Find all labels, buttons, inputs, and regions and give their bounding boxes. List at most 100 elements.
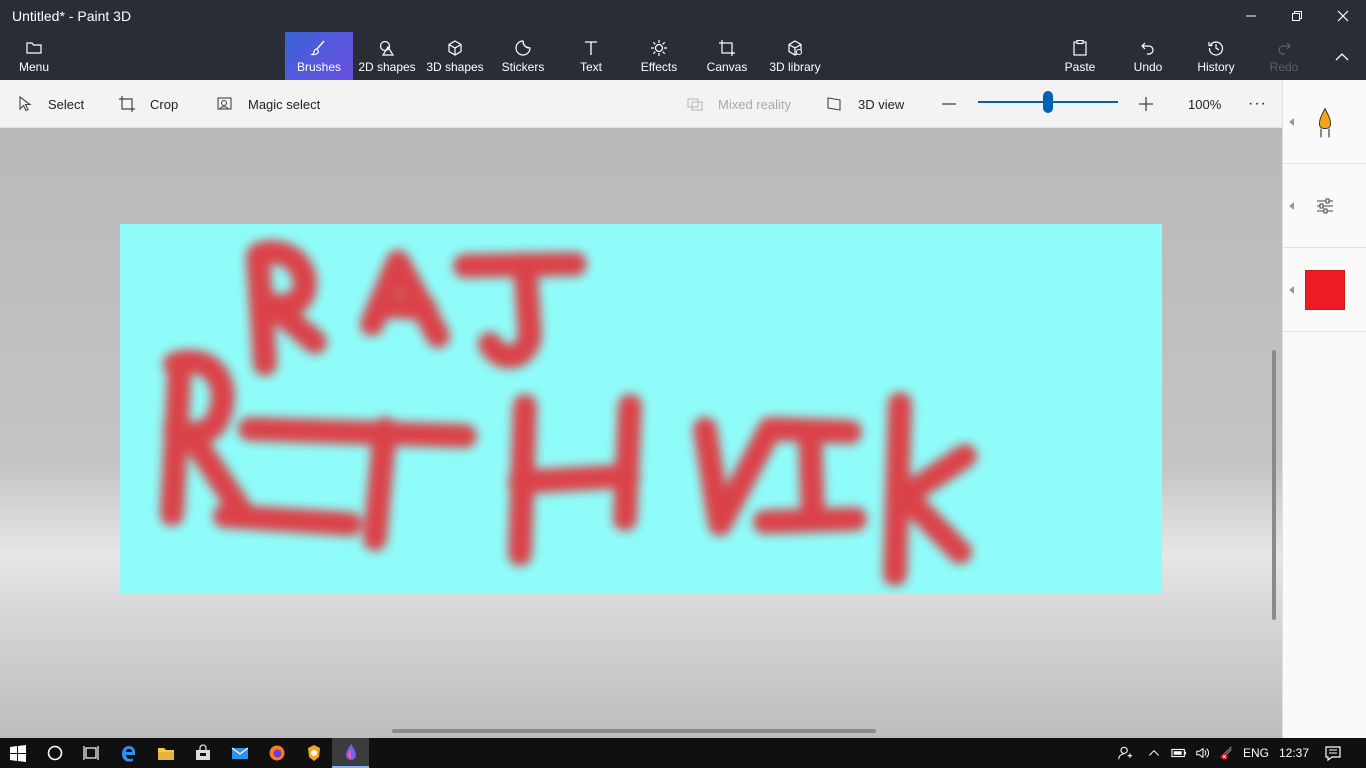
crop-button[interactable]: Crop (118, 80, 178, 128)
tab-3d-library[interactable]: 3D library (761, 32, 829, 80)
tab-2d-shapes[interactable]: 2D shapes (353, 32, 421, 80)
cortana-button[interactable] (36, 738, 73, 768)
edge-taskbar-button[interactable] (110, 738, 147, 768)
mixed-reality-icon (687, 98, 703, 111)
minimize-icon (1246, 15, 1256, 17)
3d-view-button[interactable]: 3D view (826, 80, 904, 128)
close-button[interactable] (1320, 0, 1366, 32)
chevron-up-icon (1148, 749, 1160, 756)
tab-label: Effects (640, 60, 678, 74)
tab-label: Brushes (296, 60, 342, 74)
edge-icon (121, 746, 135, 762)
notifications-icon (1325, 746, 1341, 762)
mixed-reality-button[interactable]: Mixed reality (686, 80, 791, 128)
paste-icon (1073, 39, 1087, 56)
vertical-scrollbar[interactable] (1272, 350, 1276, 620)
more-icon: ··· (1248, 95, 1267, 112)
tab-label: 3D shapes (426, 60, 484, 74)
battery-icon (1171, 748, 1187, 758)
marker-brush-icon (1318, 107, 1332, 138)
horizontal-scrollbar[interactable] (392, 729, 876, 733)
canvas-icon (719, 40, 735, 56)
task-view-button[interactable] (72, 738, 109, 768)
taskbar: ENG 12:37 (0, 738, 1366, 768)
mail-taskbar-button[interactable] (221, 738, 258, 768)
zoom-percent[interactable]: 100% (1188, 80, 1221, 128)
paste-button[interactable]: Paste (1046, 32, 1114, 80)
firefox-taskbar-button[interactable] (258, 738, 295, 768)
tab-effects[interactable]: Effects (625, 32, 693, 80)
current-color-swatch[interactable] (1305, 270, 1345, 310)
tab-stickers[interactable]: Stickers (489, 32, 557, 80)
2d-shapes-icon (379, 40, 395, 56)
zoom-slider-thumb[interactable] (1043, 91, 1053, 113)
network-button[interactable] (1216, 738, 1238, 768)
redo-button[interactable]: Redo (1250, 32, 1318, 80)
collapse-ribbon-button[interactable] (1318, 32, 1366, 80)
brave-taskbar-button[interactable] (295, 738, 332, 768)
minimize-button[interactable] (1228, 0, 1274, 32)
people-button[interactable] (1114, 738, 1136, 768)
people-icon (1118, 746, 1133, 760)
firefox-icon (269, 745, 284, 761)
title-bar: Untitled* - Paint 3D (0, 0, 1366, 32)
painted-strokes-group (160, 240, 977, 586)
zoom-out-button[interactable] (940, 80, 958, 128)
clock-time: 12:37 (1278, 746, 1310, 760)
tab-label: 2D shapes (358, 60, 416, 74)
expand-caret-icon (1289, 286, 1294, 294)
paste-label: Paste (1064, 60, 1096, 74)
color-picker[interactable] (1283, 248, 1366, 332)
3d-shapes-icon (448, 40, 462, 56)
drawing-canvas[interactable] (120, 224, 1162, 594)
menu-button[interactable]: Menu (0, 32, 68, 80)
file-explorer-taskbar-button[interactable] (147, 738, 184, 768)
select-button[interactable]: Select (16, 80, 84, 128)
brave-icon (307, 745, 320, 761)
3d-view-label: 3D view (858, 96, 905, 112)
restore-button[interactable] (1274, 0, 1320, 32)
start-icon (10, 745, 26, 762)
network-disconnected-icon (1220, 746, 1232, 760)
tab-label: Text (579, 60, 602, 74)
ribbon: Menu Brushes 2D shapes 3D shapes Sticker… (0, 32, 1366, 80)
tab-brushes[interactable]: Brushes (285, 32, 353, 80)
file-explorer-icon (157, 748, 174, 760)
tab-label: Canvas (706, 60, 748, 74)
brush-settings[interactable] (1283, 164, 1366, 248)
crop-label: Crop (150, 96, 179, 112)
expand-caret-icon (1289, 202, 1294, 210)
paint-3d-icon (345, 744, 356, 760)
undo-button[interactable]: Undo (1114, 32, 1182, 80)
restore-icon (1292, 11, 1302, 21)
select-label: Select (48, 96, 85, 112)
input-language-button[interactable]: ENG (1242, 738, 1270, 768)
cortana-icon (47, 745, 62, 761)
close-icon (1337, 10, 1349, 22)
more-options-button[interactable]: ··· (1248, 80, 1267, 128)
tab-3d-shapes[interactable]: 3D shapes (421, 32, 489, 80)
store-taskbar-button[interactable] (184, 738, 221, 768)
mixed-reality-label: Mixed reality (718, 96, 791, 112)
magic-select-button[interactable]: Magic select (216, 80, 320, 128)
show-hidden-icons-button[interactable] (1144, 738, 1164, 768)
brush-selector[interactable] (1283, 80, 1366, 164)
volume-button[interactable] (1192, 738, 1214, 768)
clock[interactable]: 12:37 (1274, 738, 1314, 768)
tool-options-bar: Select Crop Magic select Mixed reality 3… (0, 80, 1282, 128)
zoom-in-button[interactable] (1137, 80, 1155, 128)
battery-button[interactable] (1168, 738, 1190, 768)
tab-text[interactable]: Text (557, 32, 625, 80)
start-button[interactable] (0, 738, 36, 768)
paint-3d-taskbar-button[interactable] (332, 738, 369, 768)
action-center-button[interactable] (1320, 738, 1346, 768)
undo-label: Undo (1133, 60, 1163, 74)
task-view-icon (82, 746, 99, 760)
redo-icon (1278, 42, 1291, 55)
chevron-up-icon (1335, 53, 1349, 61)
expand-caret-icon (1289, 118, 1294, 126)
tab-label: Stickers (501, 60, 545, 74)
tab-canvas[interactable]: Canvas (693, 32, 761, 80)
sliders-icon (1317, 198, 1333, 214)
history-button[interactable]: History (1182, 32, 1250, 80)
